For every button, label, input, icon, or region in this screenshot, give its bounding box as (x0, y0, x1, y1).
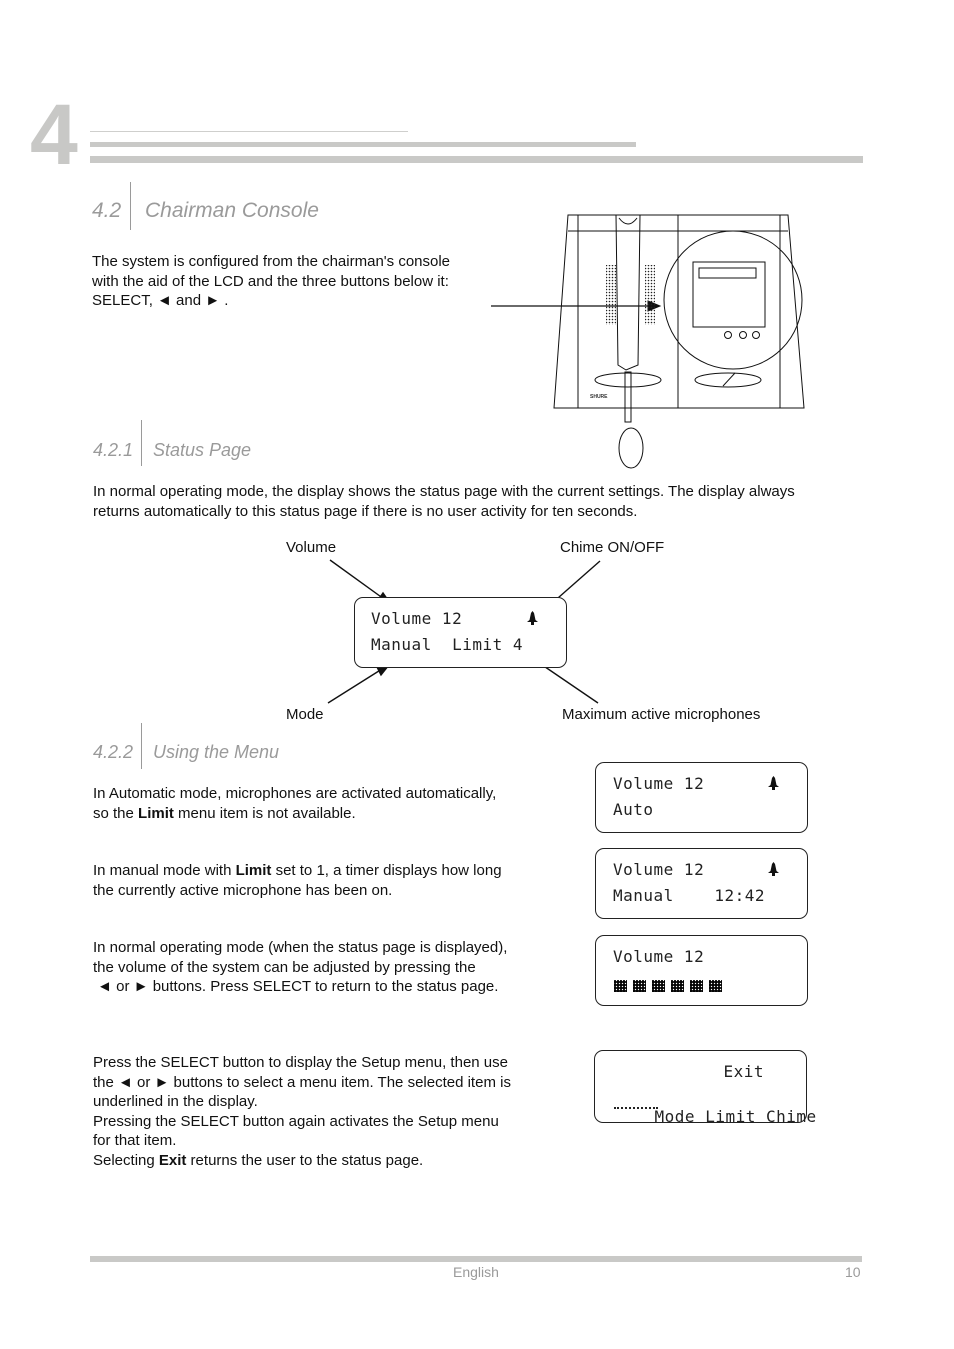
callout-mode: Mode (286, 706, 324, 723)
lcd-line-1: Exit (612, 1062, 764, 1081)
selected-underline (614, 1107, 658, 1109)
lcd-window (692, 261, 766, 328)
subsection-number-status: 4.2.1 (93, 440, 134, 460)
bell-icon (527, 611, 538, 625)
volume-bar (614, 979, 728, 997)
lcd-line-1: Volume 12 (371, 609, 463, 628)
lcd-line-1: Volume 12 (613, 947, 705, 966)
mic-head (618, 427, 644, 469)
volume-bar-block (709, 980, 722, 992)
menu-para-volume: In normal operating mode (when the statu… (93, 939, 508, 995)
menu-para-setup: Press the SELECT button to display the S… (93, 1054, 511, 1169)
select-button-glyph (724, 331, 732, 339)
subsection-number-menu: 4.2.2 (93, 742, 134, 762)
speaker-grille (606, 265, 655, 325)
lcd-auto: Volume 12 Auto (595, 762, 808, 833)
menu-item-limit: Limit (705, 1107, 756, 1126)
brand-label: SHURE (590, 394, 608, 400)
subsection-title-menu: Using the Menu (153, 742, 280, 762)
volume-bar-block (633, 980, 646, 992)
chairman-console-illustration: SHURE (491, 214, 805, 469)
lcd-line-2: Manual 12:42 (613, 886, 765, 905)
gooseneck-mic (615, 214, 641, 371)
menu-item-mode: Mode (654, 1107, 696, 1126)
mic-base (594, 372, 662, 388)
page-number: 10 (845, 1264, 861, 1280)
lcd-line-2: Auto (613, 800, 654, 819)
footer-rule (90, 1256, 862, 1262)
lcd-line-2: Manual Limit 4 (371, 635, 523, 654)
subsection-title-status: Status Page (153, 440, 252, 460)
section-title: Chairman Console (145, 199, 319, 222)
lcd-line-1: Volume 12 (613, 860, 705, 879)
status-lcd: Volume 12 Manual Limit 4 (354, 597, 567, 668)
header-rule-thin (90, 131, 408, 132)
lcd-highlight-circle (663, 230, 803, 370)
volume-bar-block (614, 980, 627, 992)
lcd-line-1: Volume 12 (613, 774, 705, 793)
menu-item-chime: Chime (766, 1107, 817, 1126)
chapter-number: 4 (30, 87, 78, 183)
header-rule-mid (90, 142, 636, 147)
volume-bar-block (690, 980, 703, 992)
bell-icon (768, 862, 779, 876)
callout-volume: Volume (286, 539, 337, 556)
section-heading: 4.2 (92, 199, 121, 223)
lcd-volume-adjust: Volume 12 (595, 935, 808, 1006)
status-intro: In normal operating mode, the display sh… (93, 483, 795, 520)
left-button-glyph (739, 331, 747, 339)
callout-chime: Chime ON/OFF (560, 539, 665, 556)
bell-icon (768, 776, 779, 790)
heading-divider (141, 723, 142, 769)
menu-para-manual: In manual mode with Limit set to 1, a ti… (93, 862, 502, 899)
volume-bar-block (652, 980, 665, 992)
heading-divider (130, 182, 131, 230)
heading-divider (141, 420, 142, 466)
section-number: 4.2 (92, 199, 122, 222)
section-intro: The system is configured from the chairm… (92, 253, 451, 309)
right-button-glyph (752, 331, 760, 339)
volume-bar-block (671, 980, 684, 992)
lcd-manual-timer: Volume 12 Manual 12:42 (595, 848, 808, 919)
console-body (553, 214, 805, 409)
menu-para-auto: In Automatic mode, microphones are activ… (93, 785, 497, 822)
lcd-menu-line: Mode Limit Chime (614, 1088, 817, 1145)
footer-language: English (453, 1264, 499, 1280)
header-rule-thick (90, 156, 863, 163)
lcd-setup-menu: Exit Mode Limit Chime (594, 1050, 816, 1126)
